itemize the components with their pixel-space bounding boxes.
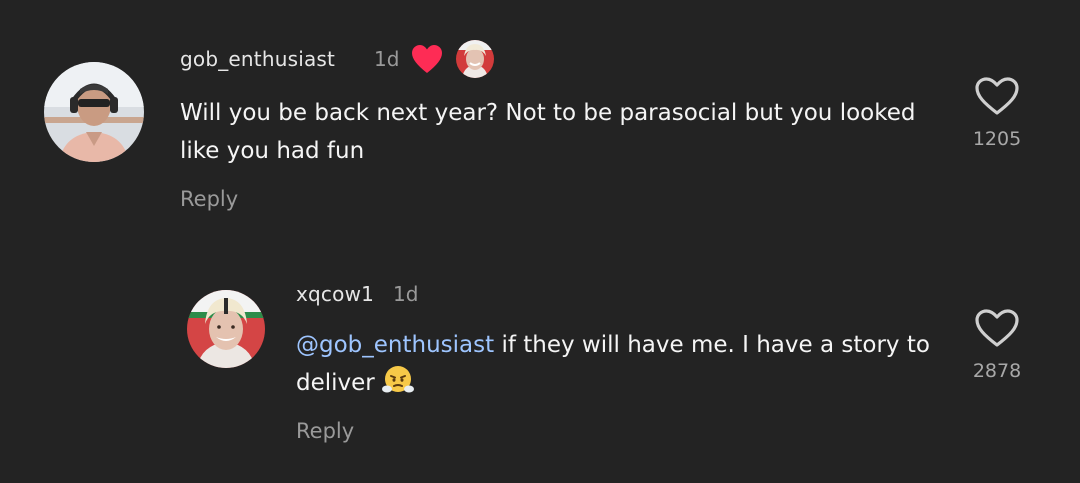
comment-text: Will you be back next year? Not to be pa…	[180, 100, 916, 164]
comment-username[interactable]: gob_enthusiast	[180, 47, 335, 71]
comment-username[interactable]: xqcow1	[296, 282, 374, 306]
creator-avatar	[456, 40, 494, 78]
like-count: 1205	[972, 128, 1022, 150]
avatar[interactable]	[187, 290, 265, 368]
heart-outline-icon	[975, 309, 1019, 347]
comment-timestamp: 1d	[374, 47, 400, 71]
comment-timestamp: 1d	[393, 282, 419, 306]
reply-button[interactable]: Reply	[180, 187, 238, 211]
comment-thread: gob_enthusiast 1d Will you be back next …	[0, 0, 1080, 483]
reply-button[interactable]: Reply	[296, 419, 354, 443]
reply-comment: xqcow1 1d @gob_enthusiast if they will h…	[0, 230, 1080, 483]
like-button[interactable]: 1205	[972, 76, 1022, 150]
comment: gob_enthusiast 1d Will you be back next …	[0, 0, 1080, 230]
like-button[interactable]: 2878	[972, 308, 1022, 382]
heart-outline-icon	[975, 77, 1019, 115]
mention-link[interactable]: @gob_enthusiast	[296, 332, 494, 358]
creator-liked-heart-icon	[411, 44, 443, 74]
like-count: 2878	[972, 360, 1022, 382]
comment-text: @gob_enthusiast if they will have me. I …	[296, 326, 936, 402]
face-with-steam-from-nose-icon	[382, 364, 415, 396]
avatar[interactable]	[44, 62, 144, 162]
